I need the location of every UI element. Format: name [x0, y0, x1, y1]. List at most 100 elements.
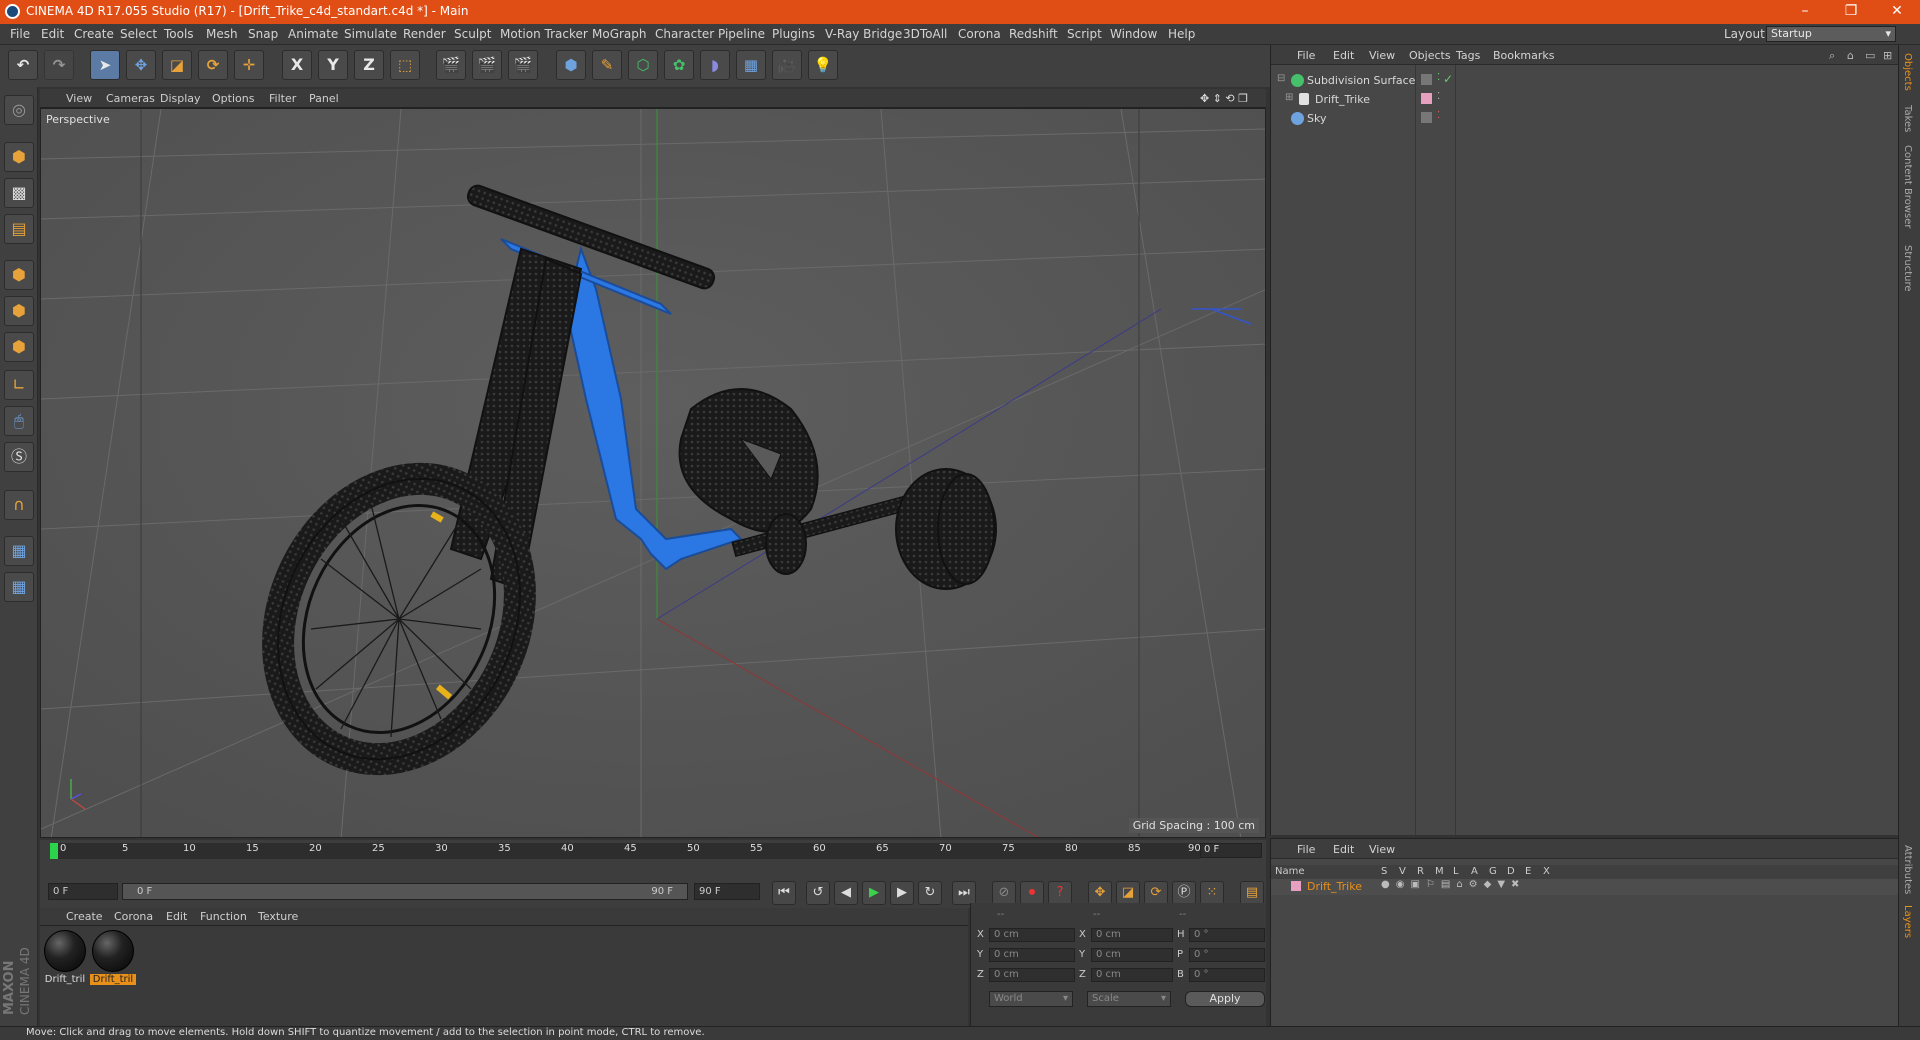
menu-file[interactable]: File — [10, 27, 30, 41]
record-parameter-button[interactable]: Ⓟ — [1172, 881, 1196, 905]
panel-menu-icon[interactable]: ⊞ — [1883, 49, 1892, 62]
tab-objects[interactable]: Objects — [1902, 53, 1913, 91]
timeline-window-button[interactable]: ▤ — [1240, 881, 1264, 905]
menu-help[interactable]: Help — [1168, 27, 1195, 41]
menu-simulate[interactable]: Simulate — [344, 27, 397, 41]
camera-button[interactable]: 🎥 — [772, 50, 802, 80]
frame-ruler[interactable]: 0 5 10 15 20 25 30 35 40 45 50 55 60 65 … — [50, 843, 1201, 859]
material-menu-texture[interactable]: Texture — [258, 910, 298, 923]
objects-menu-objects[interactable]: Objects — [1409, 49, 1451, 62]
material-menu-create[interactable]: Create — [66, 910, 103, 923]
tweak-mode-button[interactable]: 🖱 — [4, 406, 34, 436]
menu-character[interactable]: Character — [655, 27, 714, 41]
visibility-dots-icon[interactable]: ⁚ — [1437, 72, 1440, 83]
new-view-icon[interactable]: ▭ — [1865, 49, 1875, 62]
visibility-dots-icon[interactable]: ⁚ — [1437, 91, 1440, 102]
next-key-button[interactable]: ↻ — [918, 881, 942, 905]
position-z-field[interactable]: 0 cm — [989, 968, 1075, 982]
column-solo[interactable]: S — [1381, 866, 1387, 877]
material-menu-edit[interactable]: Edit — [166, 910, 187, 923]
layers-menu-view[interactable]: View — [1369, 843, 1395, 856]
previous-frame-button[interactable]: ◀ — [834, 881, 858, 905]
objects-menu-edit[interactable]: Edit — [1333, 49, 1354, 62]
rotate-button[interactable]: ⟳ — [198, 50, 228, 80]
layout-dropdown[interactable]: Startup ▾ — [1766, 26, 1896, 42]
viewport-menu-cameras[interactable]: Cameras — [106, 92, 155, 105]
material-swatch[interactable]: Drift_tril — [42, 930, 88, 988]
column-locked[interactable]: L — [1453, 866, 1459, 877]
menu-window[interactable]: Window — [1110, 27, 1157, 41]
move-button[interactable]: ✥ — [126, 50, 156, 80]
apply-button[interactable]: Apply — [1185, 991, 1265, 1007]
layer-swatch-icon[interactable] — [1421, 112, 1432, 123]
size-z-field[interactable]: 0 cm — [1091, 968, 1173, 982]
object-row-sky[interactable]: Sky ⁚ — [1271, 109, 1899, 128]
go-to-start-button[interactable]: ⏮ — [772, 881, 796, 905]
texture-mode-button[interactable]: ▩ — [4, 178, 34, 208]
snap-button[interactable]: ∩ — [4, 490, 34, 520]
size-mode-dropdown[interactable]: Scale ▾ — [1087, 991, 1171, 1007]
axis-mode-button[interactable]: ∟ — [4, 370, 34, 400]
y-axis-button[interactable]: Y — [318, 50, 348, 80]
menu-edit[interactable]: Edit — [41, 27, 64, 41]
edges-mode-button[interactable]: ⬢ — [4, 296, 34, 326]
end-frame-field[interactable]: 90 F — [694, 883, 760, 900]
objects-menu-view[interactable]: View — [1369, 49, 1395, 62]
menu-3dtoall[interactable]: 3DToAll — [903, 27, 947, 41]
material-menu-function[interactable]: Function — [200, 910, 247, 923]
pen-spline-button[interactable]: ✎ — [592, 50, 622, 80]
menu-corona[interactable]: Corona — [958, 27, 1001, 41]
go-to-end-button[interactable]: ⏭ — [952, 881, 976, 905]
record-scale-button[interactable]: ◪ — [1116, 881, 1140, 905]
timeline-ruler[interactable]: 0 5 10 15 20 25 30 35 40 45 50 55 60 65 … — [40, 840, 1266, 878]
menu-select[interactable]: Select — [120, 27, 157, 41]
cloner-button[interactable]: ✿ — [664, 50, 694, 80]
rotation-p-field[interactable]: 0 ° — [1189, 948, 1265, 962]
object-row-subdivision-surface[interactable]: ⊟ Subdivision Surface ⁚ ✓ — [1271, 71, 1899, 90]
position-y-field[interactable]: 0 cm — [989, 948, 1075, 962]
layer-name[interactable]: Drift_Trike — [1307, 880, 1362, 893]
menu-script[interactable]: Script — [1067, 27, 1102, 41]
column-render[interactable]: R — [1417, 866, 1424, 877]
menu-motion-tracker[interactable]: Motion Tracker — [500, 27, 588, 41]
visibility-dots-icon[interactable]: ⁚ — [1437, 110, 1440, 121]
play-button[interactable]: ▶ — [862, 881, 886, 905]
next-frame-button[interactable]: ▶ — [890, 881, 914, 905]
3d-viewport[interactable]: Perspective Grid Spacing : 100 cm — [40, 108, 1266, 838]
tab-layers[interactable]: Layers — [1902, 905, 1913, 938]
enabled-check-icon[interactable]: ✓ — [1443, 72, 1453, 86]
x-axis-button[interactable]: X — [282, 50, 312, 80]
autokeying-button[interactable]: ⏺ — [1020, 881, 1044, 905]
layer-toggle-icons[interactable]: ●◉▣⚐▤⌂⚙◆▼✖ — [1381, 879, 1525, 890]
menu-plugins[interactable]: Plugins — [772, 27, 815, 41]
viewport-menu-panel[interactable]: Panel — [309, 92, 339, 105]
record-rotation-button[interactable]: ⟳ — [1144, 881, 1168, 905]
rotation-h-field[interactable]: 0 ° — [1189, 928, 1265, 942]
column-xref[interactable]: X — [1543, 866, 1550, 877]
restore-button[interactable]: ❐ — [1828, 0, 1874, 24]
menu-vray-bridge[interactable]: V-Ray Bridge — [825, 27, 902, 41]
rotation-b-field[interactable]: 0 ° — [1189, 968, 1265, 982]
search-icon[interactable]: ⌕ — [1829, 49, 1835, 63]
previous-key-button[interactable]: ↺ — [806, 881, 830, 905]
layer-swatch-icon[interactable] — [1421, 74, 1432, 85]
object-row-drift-trike[interactable]: ⊞ Drift_Trike ⁚ — [1271, 90, 1899, 109]
z-axis-button[interactable]: Z — [354, 50, 384, 80]
floor-button[interactable]: ▦ — [736, 50, 766, 80]
tab-takes[interactable]: Takes — [1902, 105, 1913, 132]
menu-render[interactable]: Render — [403, 27, 446, 41]
viewport-menu-filter[interactable]: Filter — [269, 92, 296, 105]
size-x-field[interactable]: 0 cm — [1091, 928, 1173, 942]
undo-button[interactable]: ↶ — [8, 50, 38, 80]
column-generators[interactable]: G — [1489, 866, 1497, 877]
column-animation[interactable]: A — [1471, 866, 1478, 877]
material-swatch-selected[interactable]: Drift_tril — [90, 930, 136, 988]
viewport-menu-options[interactable]: Options — [212, 92, 254, 105]
column-expressions[interactable]: E — [1525, 866, 1531, 877]
coordinate-mode-dropdown[interactable]: World ▾ — [989, 991, 1073, 1007]
minimize-button[interactable]: – — [1782, 0, 1828, 24]
menu-snap[interactable]: Snap — [248, 27, 278, 41]
layer-swatch-icon[interactable] — [1421, 93, 1432, 104]
layer-color-swatch[interactable] — [1291, 881, 1301, 891]
menu-pipeline[interactable]: Pipeline — [718, 27, 765, 41]
